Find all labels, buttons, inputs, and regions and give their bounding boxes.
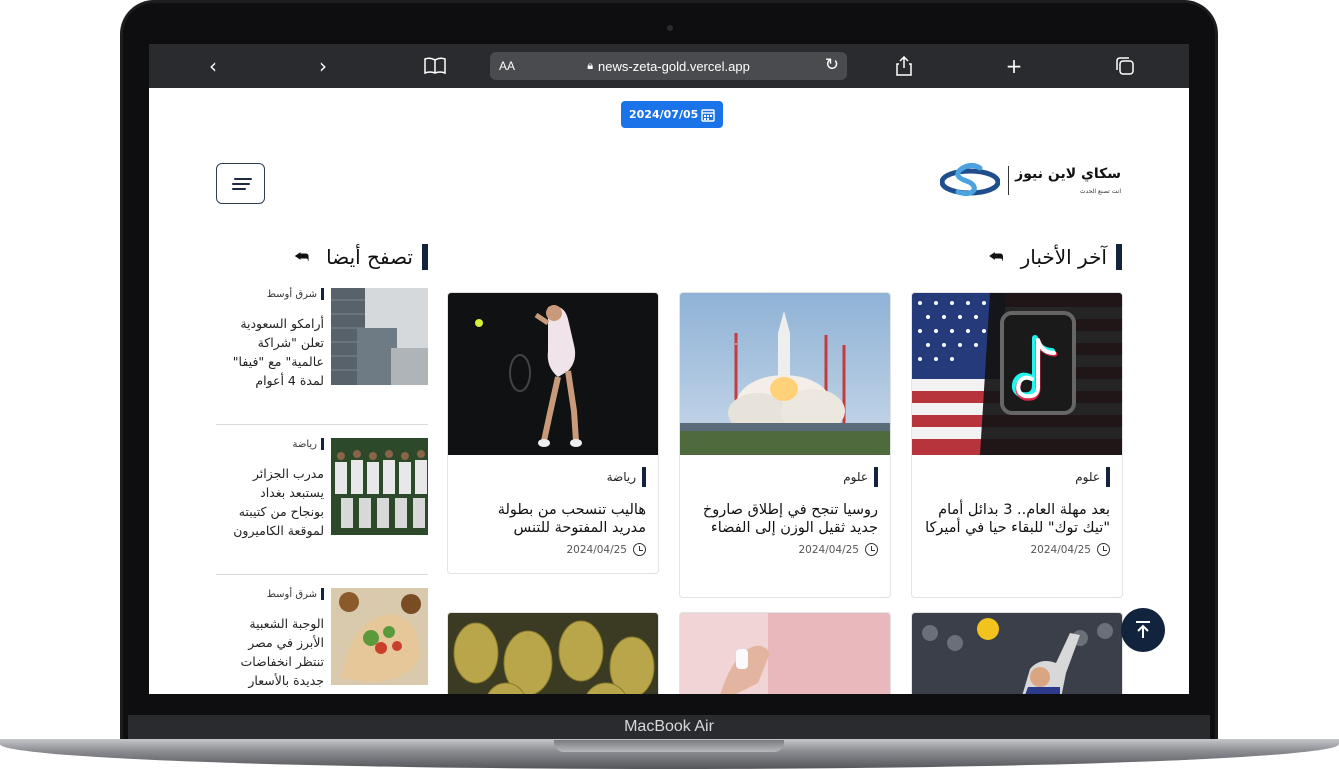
side-item-category[interactable]: رياضة	[224, 438, 324, 450]
arrow-up-icon	[1136, 621, 1150, 638]
category-bar	[1106, 467, 1110, 487]
menu-line	[231, 182, 250, 185]
side-list-item[interactable]: شرق أوسط الوجبة الشعبية الأبرز في مصر تن…	[216, 588, 428, 688]
side-list-item[interactable]: شرق أوسط أرامكو السعودية تعلن "شراكة عال…	[216, 288, 428, 388]
reader-aa-button[interactable]: AA	[499, 59, 515, 73]
chevron-left-icon[interactable]: ‹	[199, 52, 227, 80]
menu-line	[233, 177, 252, 180]
news-card-date: 2024/04/25	[1030, 543, 1091, 556]
side-item-text: شرق أوسط أرامكو السعودية تعلن "شراكة عال…	[224, 288, 324, 390]
news-card-date: 2024/04/25	[566, 543, 627, 556]
tabs-icon[interactable]	[1111, 52, 1139, 80]
logo-name: سكاي لاين نيوز	[1015, 165, 1121, 182]
latest-news-heading: آخر الأخبار ⮪	[989, 244, 1122, 270]
scroll-to-top-button[interactable]	[1121, 608, 1165, 652]
reload-icon[interactable]: ↻	[825, 55, 839, 75]
share-icon[interactable]	[890, 52, 918, 80]
news-card-image	[912, 613, 1122, 694]
latest-news-heading-text: آخر الأخبار	[1020, 245, 1107, 269]
url-text: news-zeta-gold.vercel.app	[598, 58, 750, 74]
menu-button[interactable]	[216, 163, 265, 204]
news-card-meta: 2024/04/25	[912, 543, 1122, 556]
news-card-image	[448, 293, 658, 455]
news-card[interactable]: علوم روسيا تنجح في إطلاق صاروخ جديد ثقيل…	[679, 292, 891, 598]
category-label: شرق أوسط	[266, 288, 317, 300]
news-card-category[interactable]: رياضة	[448, 467, 658, 487]
date-badge: 2024/07/05	[621, 101, 724, 128]
logo-tagline: انت تصنع الحدث	[1079, 187, 1121, 195]
news-card[interactable]: علوم بعد مهلة العام.. 3 بدائل أمام "تيك …	[911, 292, 1123, 598]
side-list-item[interactable]: رياضة مدرب الجزائر يستبعد بغداد بونجاح م…	[216, 438, 428, 538]
book-icon[interactable]	[421, 52, 449, 80]
side-item-title[interactable]: أرامكو السعودية تعلن "شراكة عالمية" مع "…	[224, 314, 324, 390]
side-item-category[interactable]: شرق أوسط	[224, 288, 324, 300]
logo-swirl-icon	[940, 162, 1001, 197]
news-card[interactable]	[447, 612, 659, 694]
clock-icon	[1097, 543, 1110, 556]
news-card-category[interactable]: علوم	[680, 467, 890, 487]
chevron-right-icon[interactable]: ›	[309, 52, 337, 80]
calendar-icon	[701, 108, 715, 122]
heading-bar	[1116, 244, 1122, 270]
logo-text: سكاي لاين نيوز انت تصنع الحدث	[1008, 165, 1121, 195]
category-label: شرق أوسط	[266, 588, 317, 600]
clock-icon	[633, 543, 646, 556]
camera-dot	[667, 25, 673, 31]
news-card-category[interactable]: علوم	[912, 467, 1122, 487]
divider	[216, 574, 428, 575]
category-label: رياضة	[292, 438, 317, 450]
news-card-title[interactable]: روسيا تنجح في إطلاق صاروخ جديد ثقيل الوز…	[680, 501, 890, 537]
category-label: رياضة	[606, 470, 636, 484]
date-text: 2024/07/05	[629, 108, 699, 121]
news-card-title[interactable]: هاليب تنسحب من بطولة مدريد المفتوحة للتن…	[448, 501, 658, 537]
news-card-image	[680, 613, 890, 694]
category-bar	[321, 588, 324, 600]
side-item-text: شرق أوسط الوجبة الشعبية الأبرز في مصر تن…	[224, 588, 324, 690]
side-item-title[interactable]: مدرب الجزائر يستبعد بغداد بونجاح من كتيب…	[224, 464, 324, 540]
news-card-meta: 2024/04/25	[680, 543, 890, 556]
category-bar	[642, 467, 646, 487]
side-item-image	[331, 288, 428, 385]
browser-screen: ‹ › AA 🔒︎ news-zeta-gold.vercel.app ↻ + …	[149, 44, 1189, 694]
news-card-image	[448, 613, 658, 694]
lock-icon: 🔒︎	[587, 59, 594, 72]
browse-also-heading-text: تصفح أيضا	[326, 245, 413, 269]
reply-arrow-icon: ⮪	[988, 247, 1004, 266]
heading-bar	[422, 244, 428, 270]
menu-line	[231, 187, 246, 190]
side-item-text: رياضة مدرب الجزائر يستبعد بغداد بونجاح م…	[224, 438, 324, 540]
clock-icon	[865, 543, 878, 556]
laptop-hinge	[554, 740, 784, 752]
category-label: علوم	[843, 470, 868, 484]
side-item-category[interactable]: شرق أوسط	[224, 588, 324, 600]
news-card-image	[680, 293, 890, 455]
news-card[interactable]	[679, 612, 891, 694]
side-item-title[interactable]: الوجبة الشعبية الأبرز في مصر تنتظر انخفا…	[224, 614, 325, 690]
news-card-image	[912, 293, 1122, 455]
side-item-image	[331, 588, 428, 685]
reply-arrow-icon: ⮪	[294, 247, 310, 266]
web-page: 2024/07/05 سكاي لاين نيوز انت تصنع الحدث…	[149, 88, 1189, 694]
device-label: MacBook Air	[624, 718, 714, 735]
news-card-meta: 2024/04/25	[448, 543, 658, 556]
browse-also-heading: تصفح أيضا ⮪	[294, 244, 428, 270]
category-bar	[321, 438, 324, 450]
category-bar	[874, 467, 878, 487]
divider	[216, 424, 428, 425]
news-card-title[interactable]: بعد مهلة العام.. 3 بدائل أمام "تيك توك" …	[912, 501, 1122, 537]
news-card[interactable]: رياضة هاليب تنسحب من بطولة مدريد المفتوح…	[447, 292, 659, 574]
news-card-date: 2024/04/25	[798, 543, 859, 556]
plus-icon[interactable]: +	[1000, 52, 1028, 80]
site-logo[interactable]: سكاي لاين نيوز انت تصنع الحدث	[940, 156, 1121, 204]
category-label: علوم	[1075, 470, 1100, 484]
category-bar	[321, 288, 324, 300]
address-bar[interactable]: AA 🔒︎ news-zeta-gold.vercel.app ↻	[490, 52, 847, 80]
browser-toolbar: ‹ › AA 🔒︎ news-zeta-gold.vercel.app ↻ +	[149, 44, 1189, 88]
side-item-image	[331, 438, 428, 535]
news-card[interactable]	[911, 612, 1123, 694]
laptop-bottom-bezel: MacBook Air	[128, 715, 1210, 741]
